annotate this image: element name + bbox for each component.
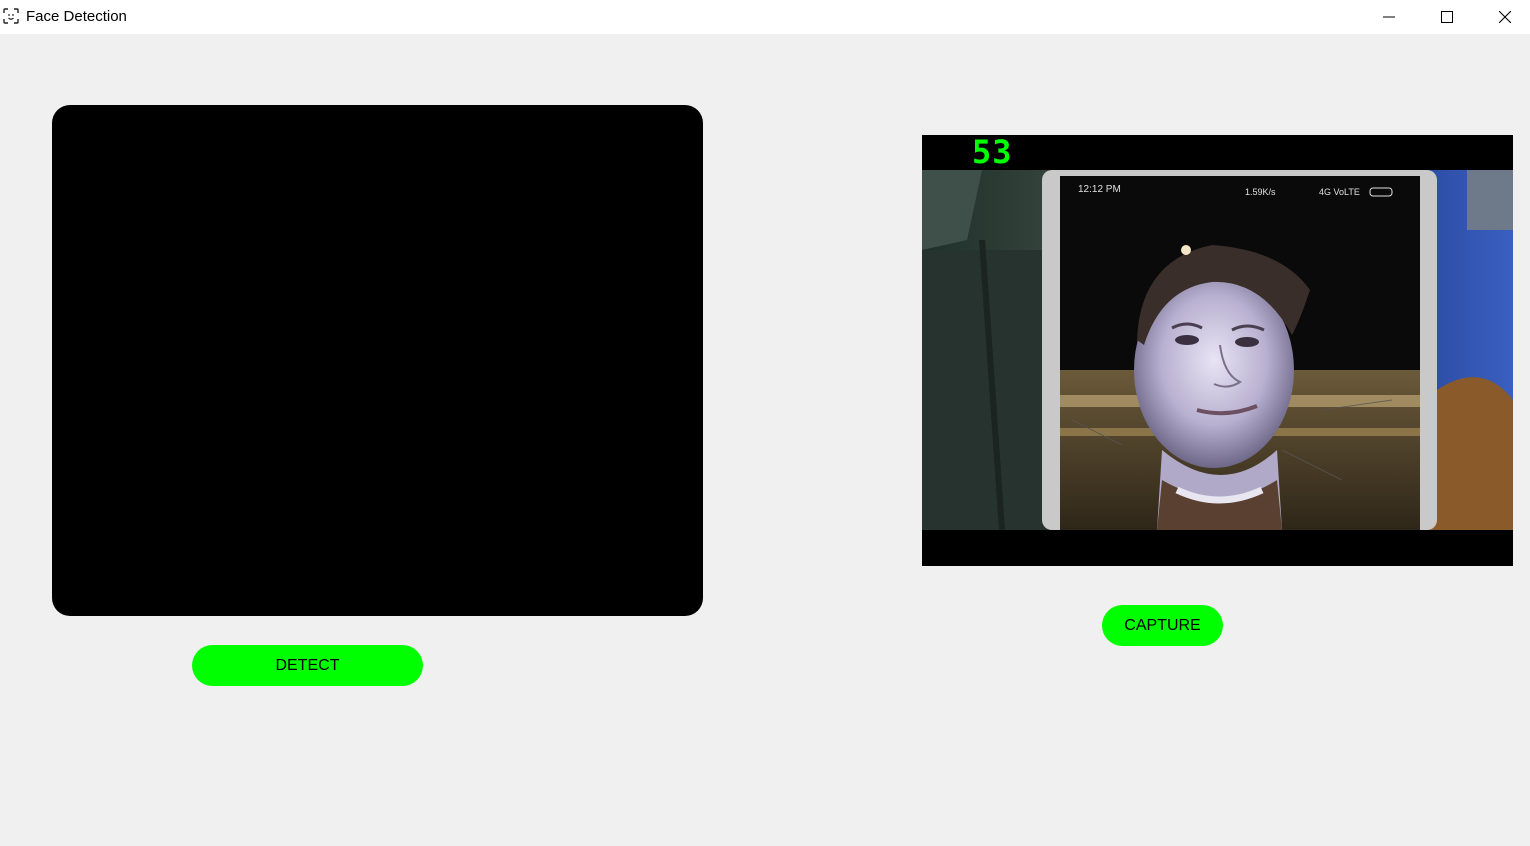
maximize-icon — [1441, 11, 1453, 23]
detection-output-panel — [52, 105, 703, 616]
close-icon — [1499, 11, 1511, 23]
minimize-button[interactable] — [1360, 0, 1418, 34]
minimize-icon — [1383, 16, 1395, 18]
capture-button[interactable]: CAPTURE — [1102, 605, 1223, 646]
maximize-button[interactable] — [1418, 0, 1476, 34]
detect-button[interactable]: DETECT — [192, 645, 423, 686]
title-bar[interactable]: Face Detection — [0, 0, 1530, 34]
fps-counter: 53 — [972, 135, 1013, 171]
app-window: Face Detection DETECT 53 12:12 PM 1.59K/… — [0, 0, 1530, 846]
phone-status-signal: 4G VoLTE — [1319, 187, 1360, 197]
camera-frame-image: 12:12 PM 1.59K/s 4G VoLTE — [922, 170, 1513, 530]
camera-feed: 53 12:12 PM 1.59K/s 4G VoLTE — [922, 135, 1513, 566]
face-scan-icon — [3, 8, 19, 24]
close-button[interactable] — [1476, 0, 1530, 34]
window-title: Face Detection — [26, 8, 127, 25]
phone-status-network: 1.59K/s — [1245, 187, 1276, 197]
phone-status-time: 12:12 PM — [1078, 184, 1121, 195]
